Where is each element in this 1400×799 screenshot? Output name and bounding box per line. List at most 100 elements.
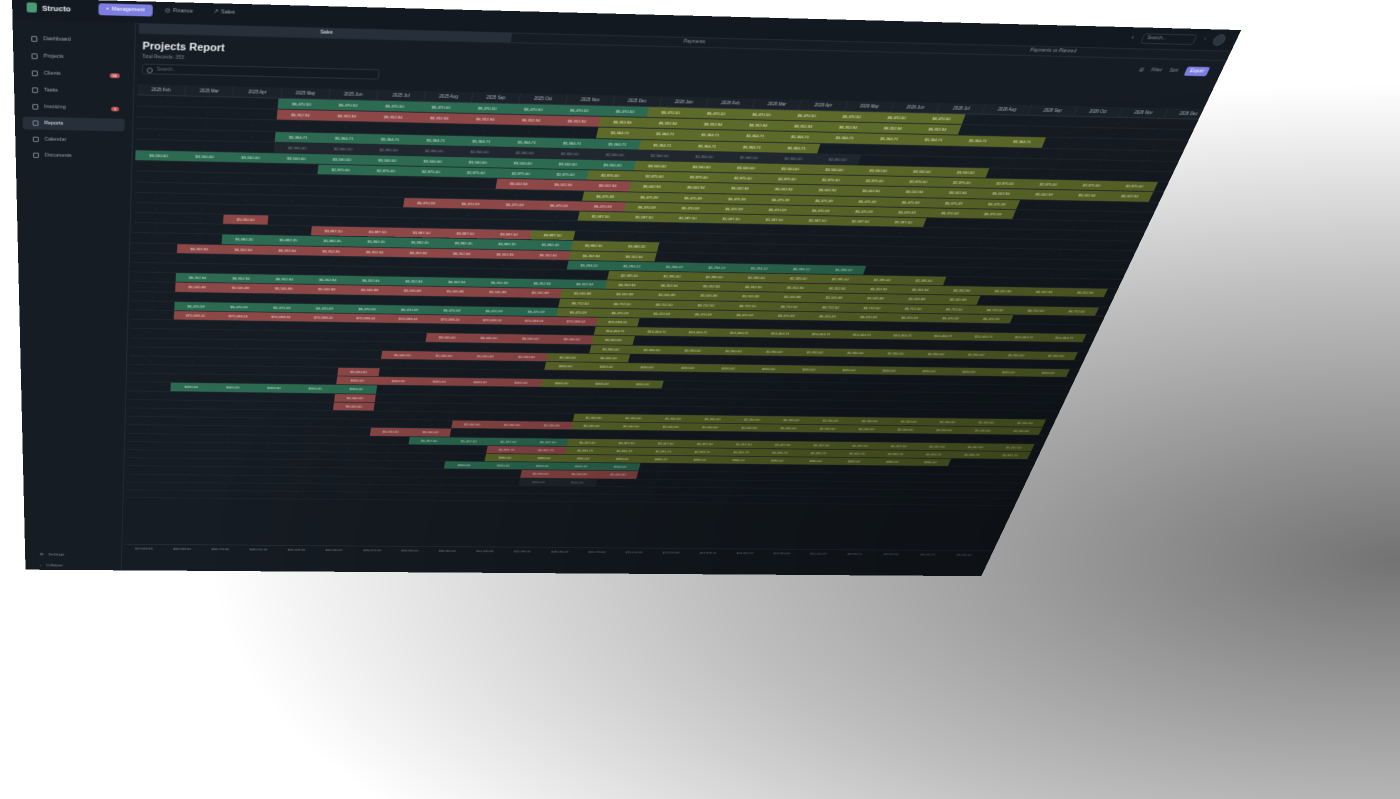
column-header[interactable]: 2025 Dec [612, 95, 663, 107]
avatar[interactable] [1210, 34, 1228, 46]
filter-button[interactable]: Filter [1150, 68, 1163, 74]
column-header[interactable]: 2025 Oct [519, 93, 569, 105]
table-cell: - [998, 477, 1001, 481]
table-cell: - [729, 357, 733, 362]
table-cell: - [1156, 132, 1161, 137]
sidebar-item-clients[interactable]: Clients 56 [22, 66, 126, 82]
column-header[interactable]: 2025 Mar [185, 85, 235, 97]
column-header[interactable]: 2026 May [845, 100, 895, 112]
table-cell: - [460, 479, 462, 483]
table-cell: $5,364.71 [503, 136, 551, 148]
sidebar-item-projects[interactable]: Projects [21, 49, 126, 65]
app-logo[interactable]: Structo [26, 2, 71, 13]
table-cell: - [585, 272, 588, 277]
sidebar-item-calendar[interactable]: Calendar [23, 133, 124, 148]
table-cell: $5,294.12 [736, 263, 782, 274]
column-header[interactable]: 2025 May [281, 87, 331, 99]
column-header[interactable]: 2026 Dec [1164, 108, 1214, 119]
column-header[interactable]: 2025 Aug [424, 90, 474, 103]
table-cell: - [992, 404, 995, 408]
sort-button[interactable]: Sort [1168, 68, 1179, 74]
table-cell: - [916, 491, 919, 495]
table-cell: - [340, 493, 343, 498]
table-cell: - [344, 470, 346, 474]
table-cell: - [776, 340, 779, 345]
table-cell: - [683, 225, 687, 230]
table-cell: - [535, 487, 538, 492]
theme-icon[interactable]: ◐ [1130, 35, 1135, 41]
column-header[interactable]: 2025 Apr [233, 86, 283, 98]
tab-sales[interactable]: ↗ Sales [205, 6, 244, 19]
column-header[interactable]: 2025 Jul [376, 89, 426, 102]
column-header[interactable]: 2025 Sep [471, 92, 521, 104]
report-search-input[interactable]: Search... [141, 63, 380, 80]
export-button[interactable]: Export [1183, 66, 1211, 77]
sidebar-item-tasks[interactable]: Tasks [22, 83, 125, 98]
table-cell: - [627, 433, 630, 437]
table-cell: - [729, 482, 732, 486]
table-cell: - [875, 498, 878, 503]
table-cell: $6,475.39 [670, 192, 717, 203]
table-cell: $6,352.94 [552, 115, 601, 127]
column-header[interactable]: 2026 Apr [799, 99, 849, 111]
column-header[interactable]: 2025 Jun [329, 88, 379, 100]
table-cell: - [792, 410, 796, 414]
sidebar-item-reports[interactable]: Reports [22, 116, 125, 132]
table-cell: - [263, 485, 266, 489]
column-header[interactable]: 2026 Sep [1028, 105, 1078, 116]
table-cell: $6,712.50 [890, 303, 936, 313]
column-header[interactable]: 2026 Jul [936, 102, 987, 114]
table-cell: - [338, 178, 341, 183]
table-cell: - [1055, 161, 1059, 167]
total-cell: $16,820.77 [736, 551, 754, 555]
table-cell: $6,352.94 [814, 284, 860, 294]
column-header[interactable]: 2026 Jan [659, 96, 709, 108]
table-cell: - [515, 192, 518, 197]
table-cell: $450.00 [706, 364, 750, 373]
table-cell: $340.00 [560, 462, 602, 471]
table-cell: - [840, 490, 844, 495]
table-cell: $2,875.00 [452, 167, 500, 179]
table-cell: $5,000.00 [337, 367, 380, 377]
sidebar-item-dashboard[interactable]: Dashboard [21, 32, 127, 48]
table-cell: - [996, 395, 999, 400]
table-cell: - [205, 121, 208, 127]
table-cell: - [348, 438, 351, 442]
table-cell: - [384, 462, 387, 467]
column-header[interactable]: 2026 Aug [982, 103, 1033, 115]
table-cell: $6,470.59 [969, 314, 1014, 324]
table-cell: - [329, 258, 331, 263]
table-cell: - [684, 374, 687, 379]
column-header[interactable]: 2025 Nov [566, 94, 616, 106]
table-cell: $1,587.50 [837, 216, 884, 227]
table-cell: - [823, 435, 826, 439]
table-cell: - [224, 477, 227, 481]
column-header[interactable]: 2026 Feb [706, 97, 756, 109]
settings-link[interactable]: ⚙ Settings [40, 553, 65, 557]
column-header[interactable]: 2025 Feb [137, 84, 186, 96]
column-header[interactable]: 2026 Nov [1118, 107, 1169, 118]
table-cell: $1,000.00 [381, 350, 424, 360]
table-cell: $6,470.59 [174, 301, 218, 311]
table-cell: - [396, 388, 398, 392]
column-header[interactable]: 2026 Oct [1073, 106, 1124, 117]
columns-icon[interactable]: ▤ [1138, 67, 1145, 73]
column-header[interactable]: 2026 Jun [891, 101, 941, 113]
tab-finance[interactable]: ◎ Finance [157, 5, 202, 18]
bell-icon[interactable]: ◔ [1202, 37, 1207, 43]
table-cell: $6,470.59 [259, 303, 304, 313]
column-header[interactable]: 2026 Mar [752, 98, 803, 110]
tab-management[interactable]: ▪ Management [98, 3, 153, 17]
table-cell: - [185, 476, 187, 480]
table-cell: - [185, 468, 188, 472]
table-cell: $2,875.00 [317, 164, 364, 176]
collapse-button[interactable]: ‹ Collapse [40, 564, 63, 568]
sidebar-item-documents[interactable]: Documents [23, 149, 124, 163]
table-cell: - [311, 412, 313, 417]
table-cell: $5,000.00 [222, 214, 269, 225]
table-cell: $6,470.59 [883, 207, 931, 218]
sidebar-item-invoicing[interactable]: Invoicing 5 [22, 100, 125, 115]
top-search-input[interactable]: Search... [1139, 32, 1198, 45]
table-cell: - [197, 266, 199, 271]
table-cell: $400.00 [211, 383, 254, 393]
